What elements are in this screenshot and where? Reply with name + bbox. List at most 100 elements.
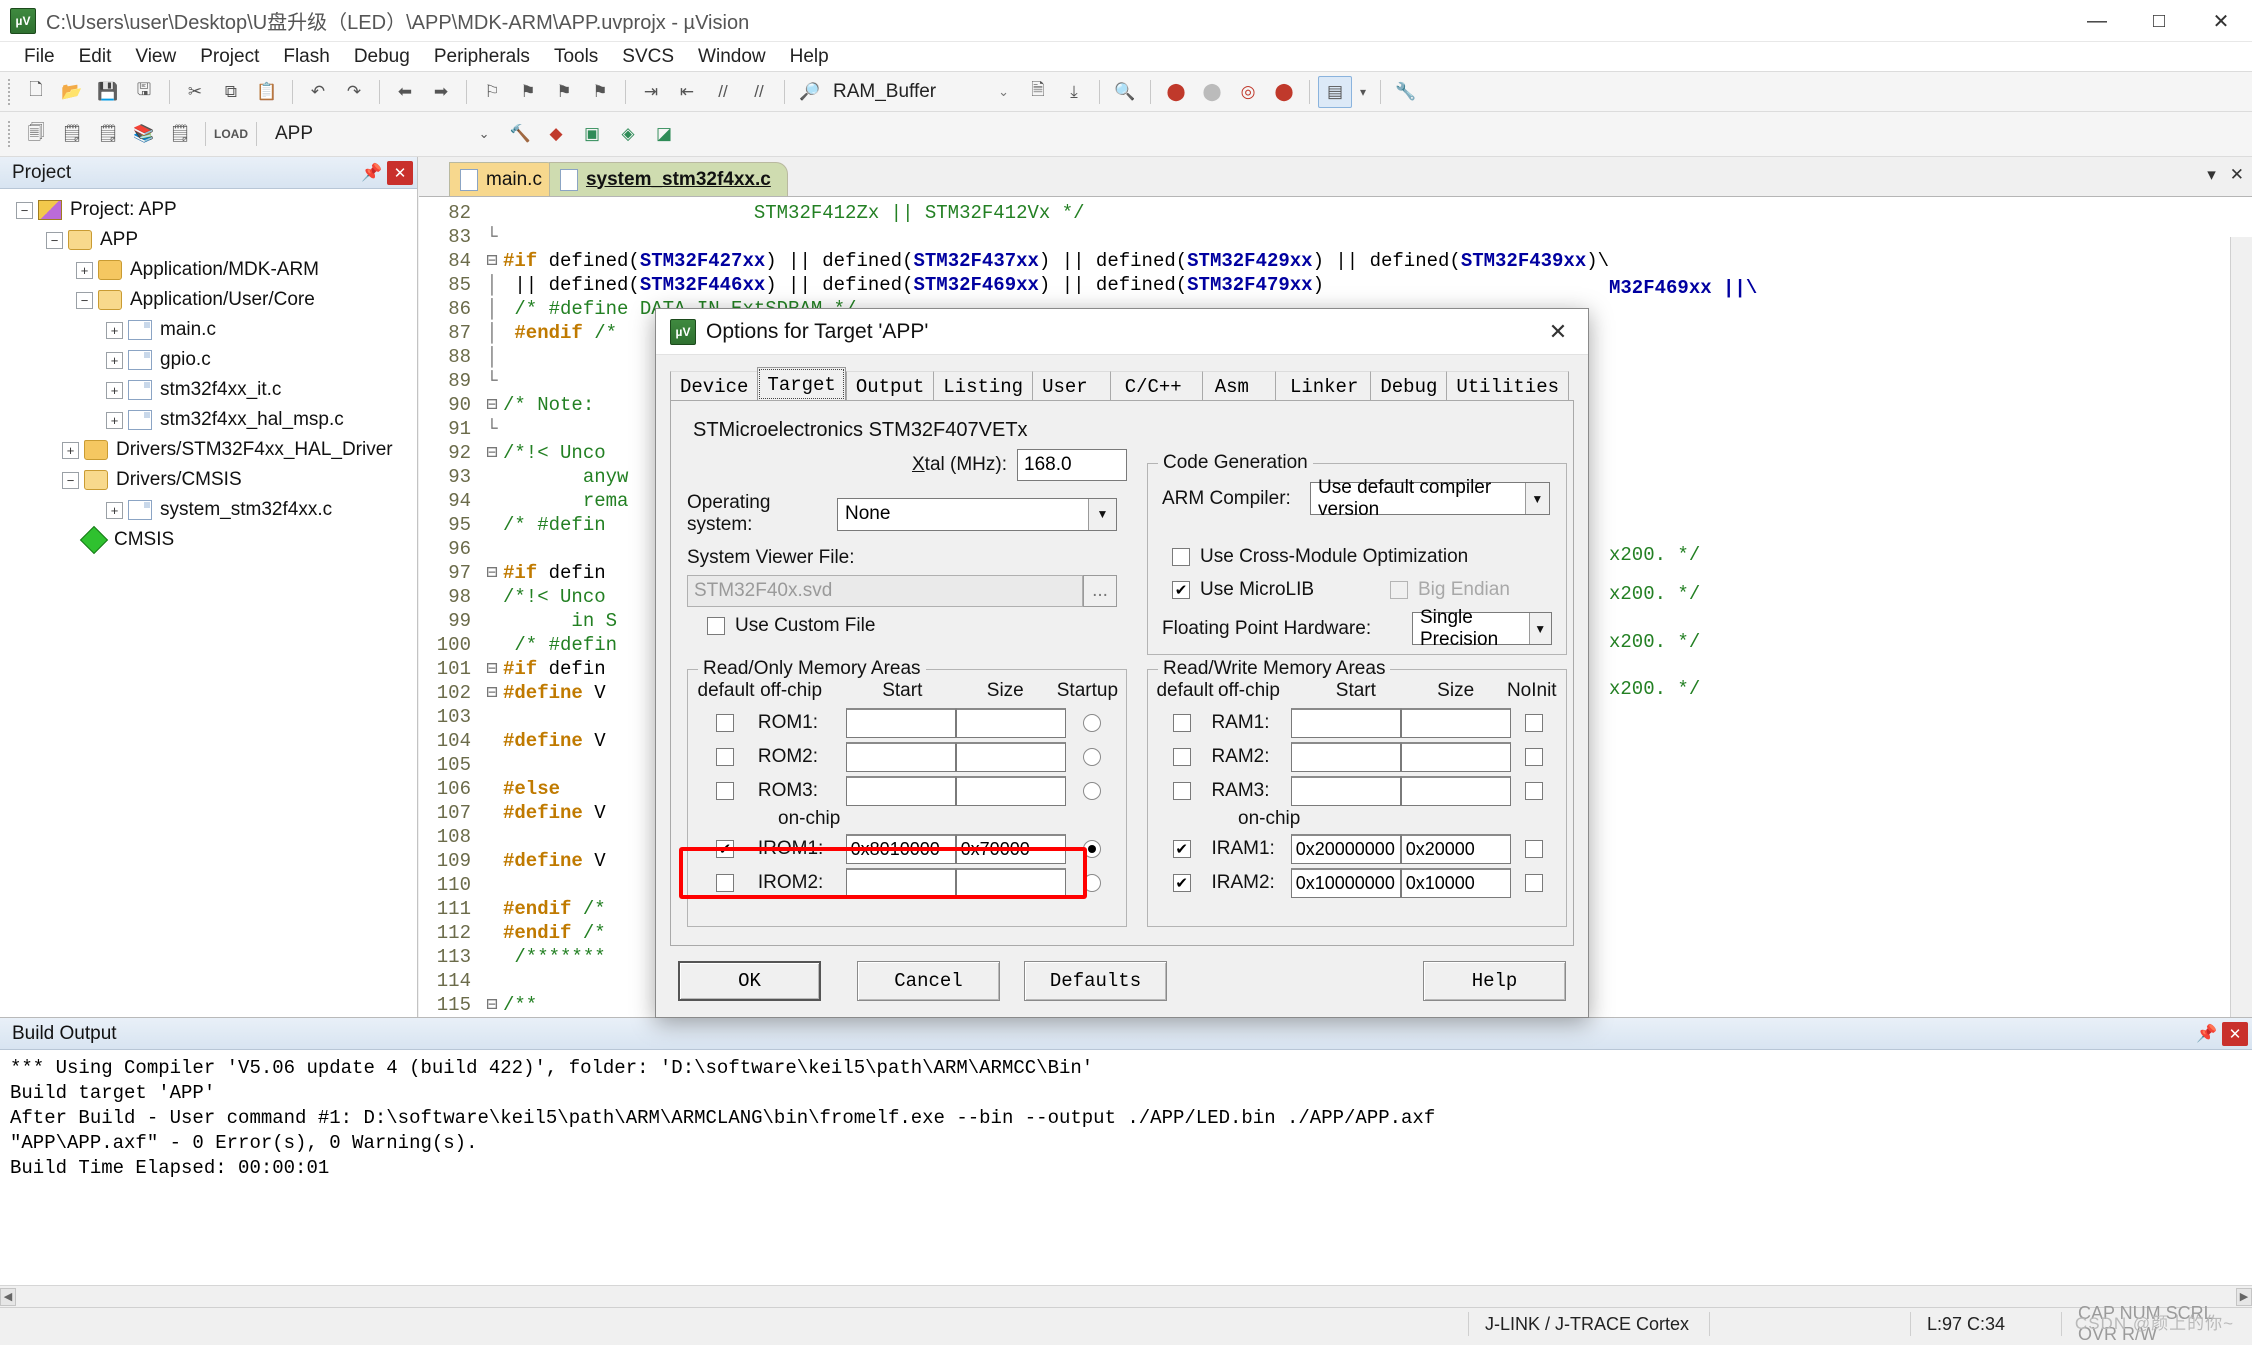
bookmark-icon[interactable]: ⚐ <box>475 76 509 108</box>
tab-c-cpp[interactable]: C/C++ <box>1110 371 1202 401</box>
arm-compiler-select[interactable]: Use default compiler version ▼ <box>1310 482 1550 515</box>
cross-module-optimization-checkbox[interactable] <box>1172 548 1190 566</box>
close-icon[interactable]: ✕ <box>2230 165 2244 185</box>
outdent-icon[interactable]: ⇤ <box>670 76 704 108</box>
floating-point-hardware-select[interactable]: Single Precision ▼ <box>1412 612 1552 645</box>
chevron-down-icon[interactable]: ⌄ <box>467 118 501 150</box>
rom3-size-input[interactable] <box>956 776 1066 806</box>
open-file-icon[interactable]: 📂 <box>55 76 89 108</box>
breakpoint-disable-icon[interactable]: ⬤ <box>1195 76 1229 108</box>
uncomment-icon[interactable]: // <box>742 76 776 108</box>
expander-icon[interactable]: − <box>16 202 33 219</box>
configure-icon[interactable]: 🔧 <box>1389 76 1423 108</box>
ram3-size-input[interactable] <box>1401 776 1511 806</box>
tab-listing[interactable]: Listing <box>933 371 1032 401</box>
expander-icon[interactable]: − <box>76 292 93 309</box>
menu-peripherals[interactable]: Peripherals <box>422 43 542 71</box>
tree-item-cmsis-folder[interactable]: − Drivers/CMSIS <box>0 465 417 495</box>
manage-windows-icon[interactable]: ▤ <box>1318 76 1352 108</box>
tree-item-main-c[interactable]: + main.c <box>0 315 417 345</box>
iram2-noinit-checkbox[interactable] <box>1525 874 1543 892</box>
find-icon[interactable]: 🔍 <box>1108 76 1142 108</box>
menu-flash[interactable]: Flash <box>271 43 341 71</box>
rom1-size-input[interactable] <box>956 708 1066 738</box>
operating-system-select[interactable]: None ▼ <box>837 498 1117 531</box>
chevron-down-icon[interactable]: ▾ <box>1354 76 1372 108</box>
tree-item-stm32f4xx-hal-msp-c[interactable]: + stm32f4xx_hal_msp.c <box>0 405 417 435</box>
chevron-down-icon[interactable]: ⌄ <box>998 84 1015 100</box>
iram1-noinit-checkbox[interactable] <box>1525 840 1543 858</box>
irom2-default-checkbox[interactable] <box>716 874 734 892</box>
text-file-icon[interactable]: 🗎 <box>1021 76 1055 108</box>
ram3-default-checkbox[interactable] <box>1173 782 1191 800</box>
expander-icon[interactable]: + <box>106 352 123 369</box>
dialog-close-button[interactable]: ✕ <box>1536 313 1580 351</box>
tree-item-mdk-arm[interactable]: + Application/MDK-ARM <box>0 255 417 285</box>
tree-item-gpio-c[interactable]: + gpio.c <box>0 345 417 375</box>
find-in-files-icon[interactable]: 🔎 <box>793 76 827 108</box>
close-icon[interactable]: ✕ <box>2222 1022 2248 1046</box>
comment-icon[interactable]: // <box>706 76 740 108</box>
irom2-startup-radio[interactable] <box>1083 874 1101 892</box>
irom1-default-checkbox[interactable]: ✔ <box>716 840 734 858</box>
ram3-noinit-checkbox[interactable] <box>1525 782 1543 800</box>
expander-icon[interactable]: + <box>106 412 123 429</box>
help-button[interactable]: Help <box>1423 961 1566 1001</box>
rom1-start-input[interactable] <box>846 708 956 738</box>
rom3-startup-radio[interactable] <box>1083 782 1101 800</box>
chevron-down-icon[interactable]: ▾ <box>2207 165 2216 185</box>
iram1-default-checkbox[interactable]: ✔ <box>1173 840 1191 858</box>
tree-item-cmsis[interactable]: CMSIS <box>0 525 417 555</box>
chevron-down-icon[interactable]: ▼ <box>1088 499 1116 530</box>
bookmark-prev-icon[interactable]: ⚑ <box>511 76 545 108</box>
books-icon[interactable]: ◪ <box>647 118 681 150</box>
rom1-startup-radio[interactable] <box>1083 714 1101 732</box>
expander-icon[interactable]: − <box>62 472 79 489</box>
breakpoint-kill-icon[interactable]: ⬤ <box>1267 76 1301 108</box>
menu-tools[interactable]: Tools <box>542 43 610 71</box>
rom1-default-checkbox[interactable] <box>716 714 734 732</box>
bookmark-next-icon[interactable]: ⚑ <box>547 76 581 108</box>
save-icon[interactable]: 💾 <box>91 76 125 108</box>
irom2-size-input[interactable] <box>956 868 1066 898</box>
svcs-icon[interactable]: ◈ <box>611 118 645 150</box>
close-icon[interactable]: ✕ <box>387 161 413 185</box>
rom2-size-input[interactable] <box>956 742 1066 772</box>
defaults-button[interactable]: Defaults <box>1024 961 1167 1001</box>
tab-asm[interactable]: Asm <box>1202 371 1275 401</box>
ram2-default-checkbox[interactable] <box>1173 748 1191 766</box>
menu-help[interactable]: Help <box>778 43 841 71</box>
rom3-default-checkbox[interactable] <box>716 782 734 800</box>
expander-icon[interactable]: + <box>106 322 123 339</box>
iram2-default-checkbox[interactable]: ✔ <box>1173 874 1191 892</box>
tree-item-stm32f4xx-it-c[interactable]: + stm32f4xx_it.c <box>0 375 417 405</box>
iram1-start-input[interactable]: 0x20000000 <box>1291 834 1401 864</box>
bookmark-clear-icon[interactable]: ⚑ <box>583 76 617 108</box>
back-icon[interactable]: ⬅ <box>388 76 422 108</box>
iram2-size-input[interactable]: 0x10000 <box>1401 868 1511 898</box>
batch-build-icon[interactable]: 📚 <box>127 118 161 150</box>
rebuild-icon[interactable]: 🗒 <box>91 118 125 150</box>
tree-item-hal-driver[interactable]: + Drivers/STM32F4xx_HAL_Driver <box>0 435 417 465</box>
tab-output[interactable]: Output <box>846 371 933 401</box>
indent-icon[interactable]: ⇥ <box>634 76 668 108</box>
ok-button[interactable]: OK <box>678 961 821 1001</box>
tree-item-project[interactable]: − Project: APP <box>0 195 417 225</box>
browse-button[interactable]: ... <box>1083 575 1117 607</box>
tab-linker[interactable]: Linker <box>1275 371 1370 401</box>
build-output-text[interactable]: *** Using Compiler 'V5.06 update 4 (buil… <box>0 1050 2252 1187</box>
menu-project[interactable]: Project <box>188 43 271 71</box>
menu-window[interactable]: Window <box>686 43 778 71</box>
chevron-down-icon[interactable]: ▼ <box>1529 613 1552 644</box>
build-output-hscrollbar[interactable]: ◀ ▶ <box>0 1285 2252 1307</box>
cancel-button[interactable]: Cancel <box>857 961 1000 1001</box>
ram2-noinit-checkbox[interactable] <box>1525 748 1543 766</box>
copy-icon[interactable]: ⧉ <box>214 76 248 108</box>
editor-tab-main-c[interactable]: main.c <box>449 162 559 196</box>
tab-target[interactable]: Target <box>757 367 845 401</box>
tab-utilities[interactable]: Utilities <box>1446 371 1569 401</box>
build-icon[interactable]: 🗒 <box>55 118 89 150</box>
expander-icon[interactable]: + <box>106 382 123 399</box>
irom1-start-input[interactable]: 0x8010000 <box>846 834 956 864</box>
rom3-start-input[interactable] <box>846 776 956 806</box>
